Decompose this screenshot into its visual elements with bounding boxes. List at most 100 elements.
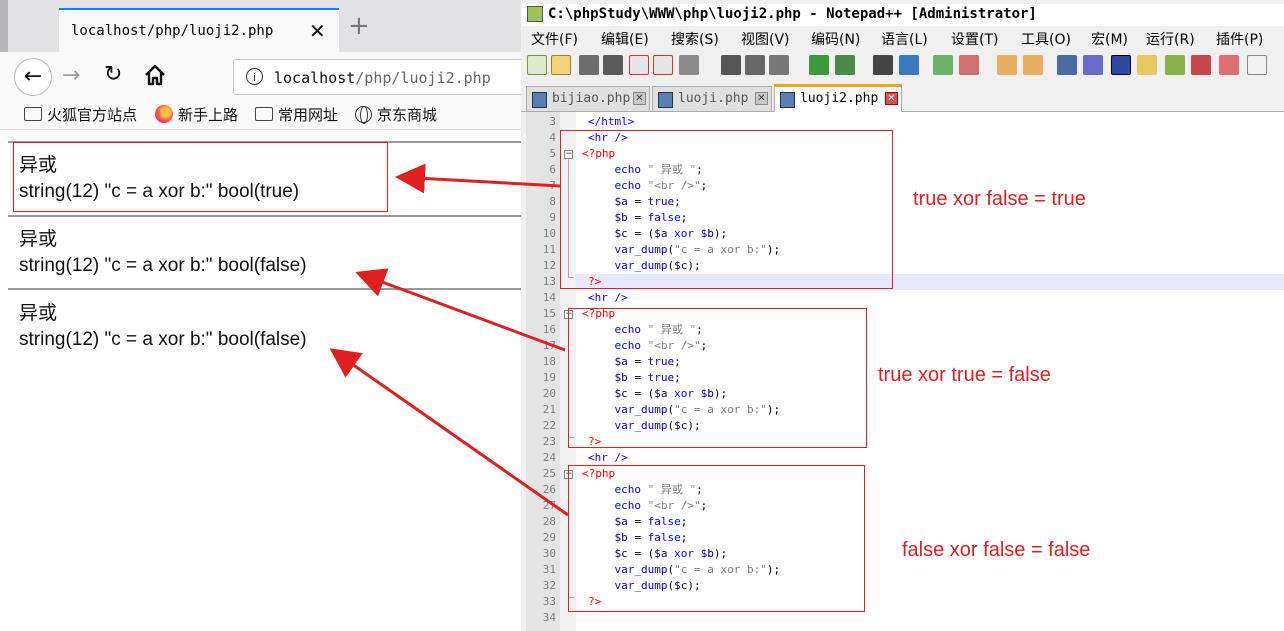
line-number: 22 — [542, 419, 556, 432]
tab-strip-edge — [0, 0, 8, 52]
tab-title: localhost/php/luoji2.php — [71, 23, 274, 39]
menu-plugins[interactable]: 插件(P) — [1216, 29, 1263, 49]
open-file-icon[interactable] — [551, 55, 571, 75]
sync-h-icon[interactable] — [1023, 55, 1043, 75]
close-all-icon[interactable] — [653, 55, 673, 75]
line-number: 28 — [542, 515, 556, 528]
home-icon[interactable] — [142, 62, 168, 88]
indent-guide-icon[interactable] — [1111, 55, 1131, 75]
line-number: 6 — [549, 163, 556, 176]
window-title: C:\phpStudy\WWW\php\luoji2.php - Notepad… — [548, 6, 1037, 22]
line-number: 23 — [542, 435, 556, 448]
doc-map-icon[interactable] — [1165, 55, 1185, 75]
line-number: 11 — [542, 243, 556, 256]
undo-icon[interactable] — [809, 55, 829, 75]
monitor-icon[interactable] — [1247, 55, 1267, 75]
copy-icon[interactable] — [745, 55, 765, 75]
paste-icon[interactable] — [769, 55, 789, 75]
redo-icon[interactable] — [835, 55, 855, 75]
doc-tab-label: bijiao.php — [552, 91, 631, 106]
url-bar[interactable]: i localhost/php/luoji2.php — [233, 59, 533, 95]
code-line: </html> — [588, 115, 635, 128]
nav-bar: ← → ↻ i localhost/php/luoji2.php — [0, 52, 533, 98]
find-icon[interactable] — [873, 55, 893, 75]
annotation-label: true xor false = true — [913, 188, 1086, 210]
zoom-in-icon[interactable] — [933, 55, 953, 75]
tab-close-icon[interactable]: ✕ — [885, 92, 898, 105]
site-info-icon[interactable]: i — [246, 68, 263, 85]
doc-tab-bijiao[interactable]: bijiao.php ✕ — [526, 86, 650, 111]
reload-button[interactable]: ↻ — [104, 62, 122, 88]
url-path: /php/luoji2.php — [355, 69, 491, 87]
function-list-icon[interactable] — [1191, 55, 1211, 75]
file-icon — [780, 92, 795, 108]
url-text: localhost/php/luoji2.php — [274, 69, 491, 87]
zoom-out-icon[interactable] — [959, 55, 979, 75]
save-icon[interactable] — [579, 55, 599, 75]
firefox-icon — [155, 105, 173, 123]
new-file-icon[interactable] — [527, 55, 547, 75]
menu-tools[interactable]: 工具(O) — [1021, 29, 1071, 49]
line-number: 19 — [542, 371, 556, 384]
doc-tab-label: luoji.php — [678, 91, 749, 106]
line-number: 27 — [542, 499, 556, 512]
forward-button[interactable]: → — [62, 65, 80, 87]
window-titlebar: C:\phpStudy\WWW\php\luoji2.php - Notepad… — [521, 4, 1284, 26]
menu-encoding[interactable]: 编码(N) — [811, 29, 860, 49]
bookmark-item[interactable]: 火狐官方站点 — [24, 103, 137, 125]
menu-view[interactable]: 视图(V) — [741, 29, 790, 49]
line-number: 5 — [549, 147, 556, 160]
menu-edit[interactable]: 编辑(E) — [601, 29, 649, 49]
globe-icon — [355, 105, 372, 124]
line-number: 20 — [542, 387, 556, 400]
line-number: 34 — [542, 611, 556, 624]
output-label: 异或 — [19, 303, 58, 324]
line-number: 26 — [542, 483, 556, 496]
sync-v-icon[interactable] — [997, 55, 1017, 75]
doc-tab-luoji[interactable]: luoji.php ✕ — [652, 86, 772, 111]
bookmark-item[interactable]: 常用网址 — [255, 103, 338, 125]
line-number: 7 — [549, 179, 556, 192]
browser-tab[interactable]: localhost/php/luoji2.php ✕ — [59, 8, 339, 52]
line-number: 18 — [542, 355, 556, 368]
tab-close-icon[interactable]: ✕ — [633, 92, 646, 105]
doc-tab-label: luoji2.php — [800, 91, 879, 106]
show-all-chars-icon[interactable] — [1083, 55, 1103, 75]
replace-icon[interactable] — [899, 55, 919, 75]
line-number: 15 — [542, 307, 556, 320]
menu-search[interactable]: 搜索(S) — [671, 29, 719, 49]
back-button[interactable]: ← — [14, 58, 52, 96]
cut-icon[interactable] — [721, 55, 741, 75]
doc-tab-luoji2[interactable]: luoji2.php ✕ — [774, 84, 902, 112]
output-value: string(12) "c = a xor b:" bool(false) — [19, 329, 307, 350]
bookmark-item[interactable]: 京东商城 — [355, 103, 437, 125]
menu-macro[interactable]: 宏(M) — [1091, 29, 1128, 49]
line-number: 13 — [542, 275, 556, 288]
highlight-box-output-1 — [13, 142, 388, 212]
folder-workspace-icon[interactable] — [1219, 55, 1239, 75]
highlight-box-code-2 — [568, 308, 867, 448]
bookmark-label: 火狐官方站点 — [47, 105, 138, 124]
print-icon[interactable] — [679, 55, 699, 75]
bookmark-item[interactable]: 新手上路 — [155, 103, 238, 125]
menu-settings[interactable]: 设置(T) — [951, 29, 998, 49]
bookmark-label: 新手上路 — [178, 105, 239, 124]
menu-language[interactable]: 语言(L) — [881, 29, 928, 49]
new-tab-icon[interactable]: + — [348, 13, 370, 39]
line-number: 33 — [542, 595, 556, 608]
horizontal-rule — [8, 288, 521, 290]
menu-file[interactable]: 文件(F) — [531, 29, 578, 49]
menu-run[interactable]: 运行(R) — [1146, 29, 1195, 49]
horizontal-rule — [8, 215, 521, 217]
line-number: 25 — [542, 467, 556, 480]
tab-close-icon[interactable]: ✕ — [755, 92, 768, 105]
toolbar — [521, 50, 1284, 80]
save-all-icon[interactable] — [603, 55, 623, 75]
browser-window: localhost/php/luoji2.php ✕ + ← → ↻ i loc… — [0, 0, 533, 631]
lang-icon[interactable] — [1137, 55, 1157, 75]
close-icon[interactable] — [629, 55, 649, 75]
tab-close-icon[interactable]: ✕ — [309, 19, 326, 43]
line-number: 17 — [542, 339, 556, 352]
url-host: localhost — [274, 69, 356, 87]
word-wrap-icon[interactable] — [1057, 55, 1077, 75]
